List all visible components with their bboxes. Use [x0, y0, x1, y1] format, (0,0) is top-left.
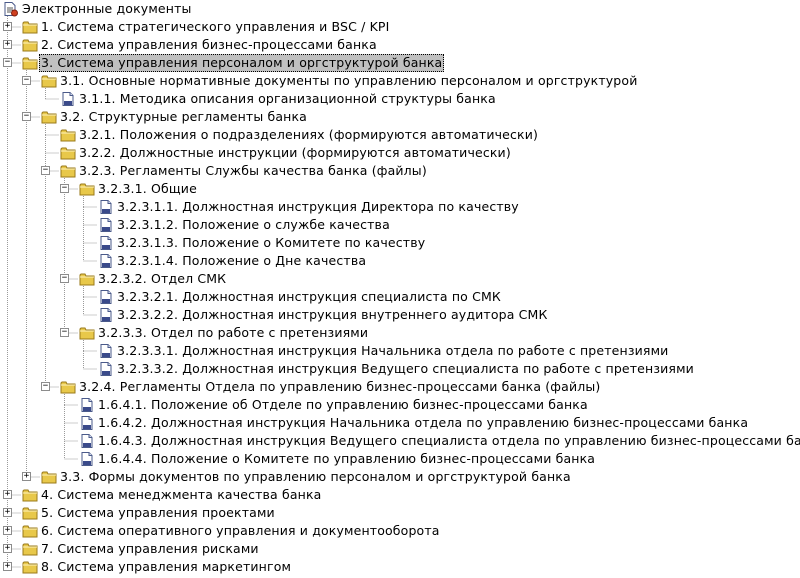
tree-node-label[interactable]: 3.2.3.1.1. Должностная инструкция Директ…	[115, 198, 521, 216]
document-root-icon	[3, 1, 19, 17]
document-icon	[98, 253, 114, 269]
expand-plus-icon[interactable]: +	[3, 508, 12, 517]
tree-node-label[interactable]: 7. Система управления рисками	[39, 540, 261, 558]
collapse-minus-icon[interactable]: −	[60, 184, 69, 193]
folder-icon	[22, 541, 38, 557]
document-icon	[79, 433, 95, 449]
expand-plus-icon[interactable]: +	[3, 544, 12, 553]
expand-plus-icon[interactable]: +	[3, 562, 12, 571]
collapse-minus-icon[interactable]: −	[22, 112, 31, 121]
tree-node-label[interactable]: 3.1.1. Методика описания организационной…	[77, 90, 498, 108]
folder-icon	[41, 109, 57, 125]
document-icon	[79, 397, 95, 413]
tree-root-label: Электронные документы	[22, 1, 192, 16]
document-icon	[79, 451, 95, 467]
tree-node-label[interactable]: 3.2.2. Должностные инструкции (формируют…	[77, 144, 513, 162]
collapse-minus-icon[interactable]: −	[60, 328, 69, 337]
tree-node-label[interactable]: 3.2.3.3. Отдел по работе с претензиями	[96, 324, 370, 342]
expand-plus-icon[interactable]: +	[22, 472, 31, 481]
tree-node-label[interactable]: 3.2.3.3.1. Должностная инструкция Началь…	[115, 342, 670, 360]
tree-node-label[interactable]: 3.2.3.1.4. Положение о Дне качества	[115, 252, 368, 270]
document-tree[interactable]: Электронные документы +1. Система страте…	[0, 0, 800, 577]
collapse-minus-icon[interactable]: −	[3, 58, 12, 67]
expand-plus-icon[interactable]: +	[3, 526, 12, 535]
tree-node-label[interactable]: 6. Система оперативного управления и док…	[39, 522, 442, 540]
folder-icon	[41, 73, 57, 89]
folder-icon	[60, 127, 76, 143]
collapse-minus-icon[interactable]: −	[60, 274, 69, 283]
tree-node-label[interactable]: 3.2.1. Положения о подразделениях (форми…	[77, 126, 540, 144]
document-icon	[98, 199, 114, 215]
collapse-minus-icon[interactable]: −	[41, 166, 50, 175]
tree-node-label[interactable]: 3.2. Структурные регламенты банка	[58, 108, 309, 126]
expand-plus-icon[interactable]: +	[3, 490, 12, 499]
tree-node-label[interactable]: 1.6.4.1. Положение об Отделе по управлен…	[96, 396, 590, 414]
folder-icon	[22, 55, 38, 71]
tree-node-label[interactable]: 3.2.3. Регламенты Службы качества банка …	[77, 162, 429, 180]
tree-node-label[interactable]: 3.2.3.3.2. Должностная инструкция Ведуще…	[115, 360, 696, 378]
tree-node-label[interactable]: 3.3. Формы документов по управлению перс…	[58, 468, 573, 486]
folder-icon	[60, 145, 76, 161]
tree-node-label[interactable]: 8. Система управления маркетингом	[39, 558, 293, 576]
folder-icon	[79, 325, 95, 341]
folder-icon	[22, 523, 38, 539]
folder-icon	[22, 559, 38, 575]
folder-icon	[79, 271, 95, 287]
tree-node-label[interactable]: 3. Система управления персоналом и оргст…	[39, 54, 445, 72]
tree-node-label[interactable]: 4. Система менеджмента качества банка	[39, 486, 324, 504]
tree-node-label[interactable]: 3.2.3.2.1. Должностная инструкция специа…	[115, 288, 503, 306]
folder-icon	[60, 163, 76, 179]
expand-plus-icon[interactable]: +	[3, 22, 12, 31]
folder-icon	[22, 37, 38, 53]
tree-node-label[interactable]: 3.2.3.2. Отдел СМК	[96, 270, 228, 288]
tree-node-label[interactable]: 5. Система управления проектами	[39, 504, 277, 522]
tree-node-label[interactable]: 1. Система стратегического управления и …	[39, 18, 391, 36]
document-icon	[98, 217, 114, 233]
document-icon	[98, 307, 114, 323]
tree-node-label[interactable]: 1.6.4.4. Положение о Комитете по управле…	[96, 450, 597, 468]
tree-node-label[interactable]: 2. Система управления бизнес-процессами …	[39, 36, 379, 54]
folder-icon	[22, 19, 38, 35]
folder-icon	[79, 181, 95, 197]
document-icon	[98, 343, 114, 359]
folder-icon	[22, 505, 38, 521]
expand-plus-icon[interactable]: +	[3, 40, 12, 49]
tree-node-label[interactable]: 3.2.3.1. Общие	[96, 180, 199, 198]
tree-node-label[interactable]: 1.6.4.3. Должностная инструкция Ведущего…	[96, 432, 800, 450]
document-icon	[98, 361, 114, 377]
collapse-minus-icon[interactable]: −	[41, 382, 50, 391]
folder-icon	[41, 469, 57, 485]
folder-icon	[22, 487, 38, 503]
folder-icon	[60, 379, 76, 395]
tree-node-label[interactable]: 3.2.3.1.2. Положение о службе качества	[115, 216, 392, 234]
collapse-minus-icon[interactable]: −	[22, 76, 31, 85]
tree-node-label[interactable]: 3.2.4. Регламенты Отдела по управлению б…	[77, 378, 602, 396]
document-icon	[60, 91, 76, 107]
document-icon	[98, 235, 114, 251]
tree-node-label[interactable]: 3.2.3.1.3. Положение о Комитете по качес…	[115, 234, 427, 252]
tree-node-label[interactable]: 1.6.4.2. Должностная инструкция Начальни…	[96, 414, 750, 432]
tree-node-label[interactable]: 3.1. Основные нормативные документы по у…	[58, 72, 639, 90]
tree-node-label[interactable]: 3.2.3.2.2. Должностная инструкция внутре…	[115, 306, 550, 324]
document-icon	[79, 415, 95, 431]
document-icon	[98, 289, 114, 305]
